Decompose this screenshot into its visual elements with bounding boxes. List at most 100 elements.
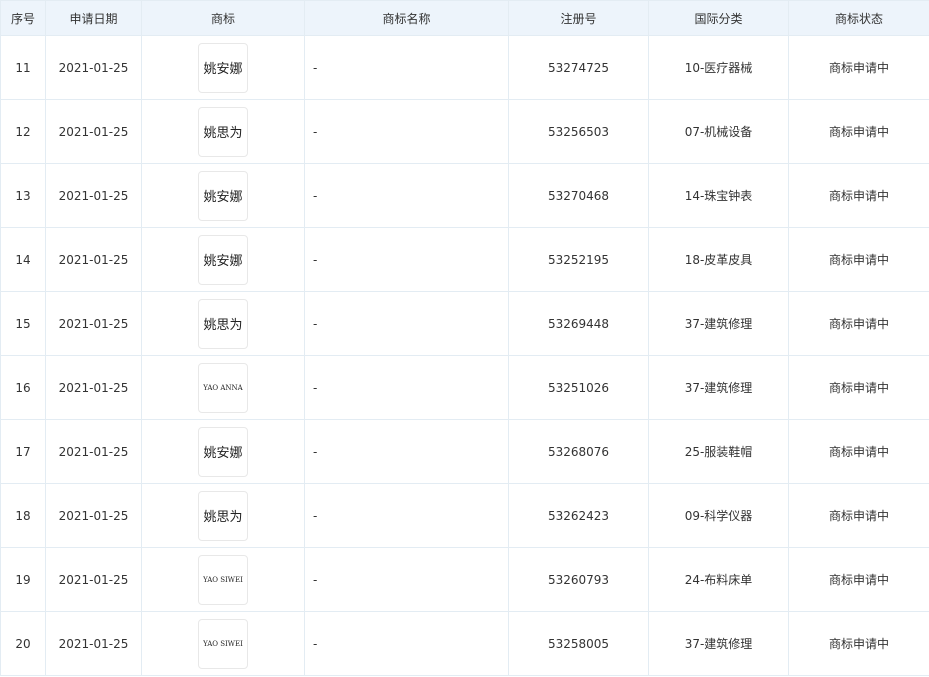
- row-index-cell: 12: [0, 99, 46, 164]
- registration-number-cell: 53262423: [508, 483, 649, 548]
- trademark-name-cell: -: [304, 291, 509, 356]
- header-international-class[interactable]: 国际分类: [648, 0, 789, 36]
- international-class-cell: 37-建筑修理: [648, 355, 789, 420]
- registration-number-cell: 53251026: [508, 355, 649, 420]
- trademark-status-cell: 商标申请中: [788, 419, 929, 484]
- trademark-image-cell: YAO SIWEI: [141, 611, 305, 676]
- header-index[interactable]: 序号: [0, 0, 46, 36]
- application-date-cell: 2021-01-25: [45, 35, 142, 100]
- trademark-logo-image[interactable]: 姚安娜: [198, 426, 248, 477]
- trademark-logo-image[interactable]: 姚安娜: [198, 234, 248, 285]
- registration-number-cell: 53258005: [508, 611, 649, 676]
- application-date-cell: 2021-01-25: [45, 419, 142, 484]
- trademark-status-cell: 商标申请中: [788, 163, 929, 228]
- table-row[interactable]: 12 2021-01-25 姚思为 -53256503 07-机械设备 商标申请中: [0, 99, 929, 164]
- table-header: 序号 申请日期 商标 商标名称 注册号 国际分类 商标状态: [0, 0, 929, 36]
- trademark-name-cell: -: [304, 163, 509, 228]
- international-class-cell: 24-布料床单: [648, 547, 789, 612]
- trademark-image-cell: 姚思为: [141, 483, 305, 548]
- trademark-logo-image[interactable]: 姚思为: [198, 490, 248, 541]
- table-row[interactable]: 16 2021-01-25 YAO ANNA -53251026 37-建筑修理 商标申请…: [0, 355, 929, 420]
- trademark-status-cell: 商标申请中: [788, 227, 929, 292]
- trademark-logo-image[interactable]: YAO SIWEI: [198, 554, 248, 605]
- trademark-logo-image[interactable]: 姚安娜: [198, 42, 248, 93]
- trademark-image-cell: 姚安娜: [141, 227, 305, 292]
- trademark-name-cell: -: [304, 35, 509, 100]
- table-row[interactable]: 14 2021-01-25 姚安娜 -53252195 18-皮革皮具 商标申请中: [0, 227, 929, 292]
- international-class-cell: 18-皮革皮具: [648, 227, 789, 292]
- table-row[interactable]: 13 2021-01-25 姚安娜 -53270468 14-珠宝钟表 商标申请中: [0, 163, 929, 228]
- registration-number-cell: 53252195: [508, 227, 649, 292]
- table-row[interactable]: 15 2021-01-25 姚思为 -53269448 37-建筑修理 商标申请中: [0, 291, 929, 356]
- international-class-cell: 09-科学仪器: [648, 483, 789, 548]
- trademark-status-cell: 商标申请中: [788, 99, 929, 164]
- application-date-cell: 2021-01-25: [45, 227, 142, 292]
- header-trademark-name[interactable]: 商标名称: [304, 0, 509, 36]
- row-index-cell: 18: [0, 483, 46, 548]
- trademark-logo-image[interactable]: 姚思为: [198, 106, 248, 157]
- trademark-status-cell: 商标申请中: [788, 355, 929, 420]
- trademark-name-cell: -: [304, 611, 509, 676]
- table-row[interactable]: 11 2021-01-25 姚安娜 -53274725 10-医疗器械 商标申请中: [0, 35, 929, 100]
- row-index-cell: 14: [0, 227, 46, 292]
- registration-number-cell: 53270468: [508, 163, 649, 228]
- international-class-cell: 07-机械设备: [648, 99, 789, 164]
- trademark-name-cell: -: [304, 483, 509, 548]
- trademark-logo-image[interactable]: 姚安娜: [198, 170, 248, 221]
- row-index-cell: 13: [0, 163, 46, 228]
- header-trademark-status[interactable]: 商标状态: [788, 0, 929, 36]
- application-date-cell: 2021-01-25: [45, 355, 142, 420]
- trademark-image-cell: YAO SIWEI: [141, 547, 305, 612]
- trademark-image-cell: 姚安娜: [141, 419, 305, 484]
- trademark-image-cell: 姚思为: [141, 291, 305, 356]
- trademark-logo-image[interactable]: YAO ANNA: [198, 362, 248, 413]
- trademark-name-cell: -: [304, 99, 509, 164]
- trademark-logo-image[interactable]: 姚思为: [198, 298, 248, 349]
- row-index-cell: 16: [0, 355, 46, 420]
- trademark-table: 序号 申请日期 商标 商标名称 注册号 国际分类 商标状态 11 2021-01-…: [0, 0, 929, 676]
- table-body: 11 2021-01-25 姚安娜 -53274725 10-医疗器械 商标申请中 12 20…: [0, 35, 929, 676]
- trademark-logo-image[interactable]: YAO SIWEI: [198, 618, 248, 669]
- header-trademark-image[interactable]: 商标: [141, 0, 305, 36]
- application-date-cell: 2021-01-25: [45, 483, 142, 548]
- trademark-status-cell: 商标申请中: [788, 483, 929, 548]
- application-date-cell: 2021-01-25: [45, 163, 142, 228]
- trademark-status-cell: 商标申请中: [788, 35, 929, 100]
- application-date-cell: 2021-01-25: [45, 611, 142, 676]
- trademark-image-cell: 姚安娜: [141, 35, 305, 100]
- registration-number-cell: 53274725: [508, 35, 649, 100]
- international-class-cell: 10-医疗器械: [648, 35, 789, 100]
- trademark-name-cell: -: [304, 547, 509, 612]
- trademark-name-cell: -: [304, 227, 509, 292]
- trademark-status-cell: 商标申请中: [788, 547, 929, 612]
- trademark-name-cell: -: [304, 419, 509, 484]
- table-row[interactable]: 17 2021-01-25 姚安娜 -53268076 25-服装鞋帽 商标申请中: [0, 419, 929, 484]
- trademark-status-cell: 商标申请中: [788, 291, 929, 356]
- international-class-cell: 14-珠宝钟表: [648, 163, 789, 228]
- row-index-cell: 11: [0, 35, 46, 100]
- row-index-cell: 15: [0, 291, 46, 356]
- application-date-cell: 2021-01-25: [45, 547, 142, 612]
- application-date-cell: 2021-01-25: [45, 99, 142, 164]
- row-index-cell: 20: [0, 611, 46, 676]
- row-index-cell: 19: [0, 547, 46, 612]
- header-registration-number[interactable]: 注册号: [508, 0, 649, 36]
- international-class-cell: 37-建筑修理: [648, 291, 789, 356]
- application-date-cell: 2021-01-25: [45, 291, 142, 356]
- table-row[interactable]: 18 2021-01-25 姚思为 -53262423 09-科学仪器 商标申请中: [0, 483, 929, 548]
- trademark-image-cell: 姚安娜: [141, 163, 305, 228]
- international-class-cell: 25-服装鞋帽: [648, 419, 789, 484]
- trademark-image-cell: YAO ANNA: [141, 355, 305, 420]
- registration-number-cell: 53260793: [508, 547, 649, 612]
- trademark-image-cell: 姚思为: [141, 99, 305, 164]
- trademark-status-cell: 商标申请中: [788, 611, 929, 676]
- header-row: 序号 申请日期 商标 商标名称 注册号 国际分类 商标状态: [0, 0, 929, 36]
- header-application-date[interactable]: 申请日期: [45, 0, 142, 36]
- registration-number-cell: 53256503: [508, 99, 649, 164]
- registration-number-cell: 53268076: [508, 419, 649, 484]
- table-row[interactable]: 19 2021-01-25 YAO SIWEI -53260793 24-布料床单 商标申…: [0, 547, 929, 612]
- international-class-cell: 37-建筑修理: [648, 611, 789, 676]
- trademark-name-cell: -: [304, 355, 509, 420]
- row-index-cell: 17: [0, 419, 46, 484]
- table-row[interactable]: 20 2021-01-25 YAO SIWEI -53258005 37-建筑修理 商标申…: [0, 611, 929, 676]
